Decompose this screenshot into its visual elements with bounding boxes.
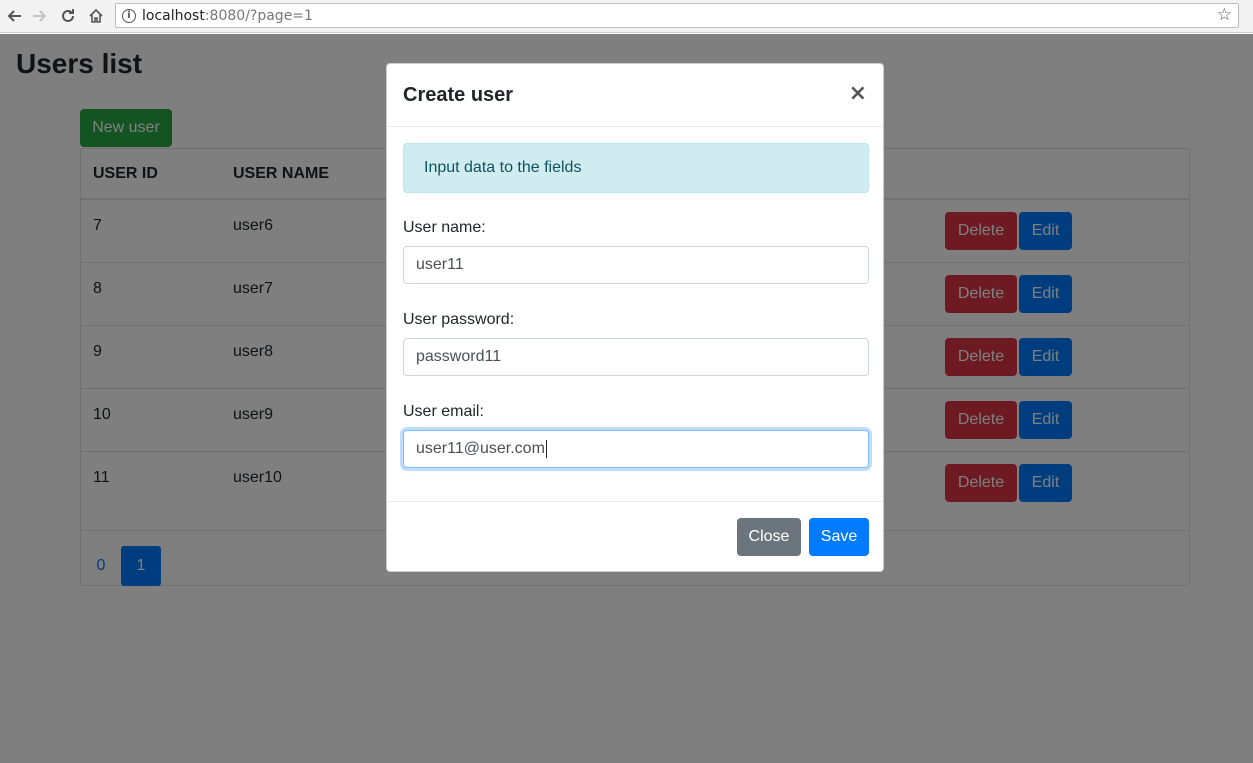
- user-email-value: user11@user.com: [416, 440, 545, 457]
- user-password-input[interactable]: password11: [403, 338, 869, 376]
- info-icon[interactable]: i: [122, 8, 136, 23]
- url-text: localhost:8080/?page=1: [142, 8, 313, 24]
- reload-icon[interactable]: [56, 4, 80, 28]
- modal-title: Create user: [403, 84, 514, 106]
- text-caret: [545, 440, 547, 458]
- url-host: localhost: [142, 7, 205, 24]
- url-rest: :8080/?page=1: [204, 7, 313, 24]
- user-name-input[interactable]: user11: [403, 246, 869, 284]
- forward-arrow-icon[interactable]: [28, 4, 52, 28]
- user-email-label: User email:: [403, 403, 484, 420]
- user-password-value: password11: [416, 348, 502, 365]
- user-name-value: user11: [416, 256, 464, 273]
- home-icon[interactable]: [84, 4, 108, 28]
- user-email-input[interactable]: user11@user.com: [403, 430, 869, 468]
- user-password-label: User password:: [403, 311, 515, 328]
- back-arrow-icon[interactable]: [2, 4, 26, 28]
- modal-footer: Close Save: [387, 501, 883, 571]
- info-alert: Input data to the fields: [403, 143, 869, 193]
- close-icon[interactable]: ×: [849, 81, 867, 106]
- user-name-label: User name:: [403, 219, 486, 236]
- star-icon[interactable]: ☆: [1217, 5, 1232, 25]
- save-button[interactable]: Save: [809, 518, 869, 556]
- modal-header: Create user ×: [387, 64, 883, 127]
- address-bar[interactable]: i localhost:8080/?page=1 ☆: [115, 3, 1239, 28]
- create-user-modal: Create user × Input data to the fields U…: [386, 63, 884, 572]
- browser-toolbar: i localhost:8080/?page=1 ☆: [0, 0, 1253, 33]
- close-button[interactable]: Close: [737, 518, 801, 556]
